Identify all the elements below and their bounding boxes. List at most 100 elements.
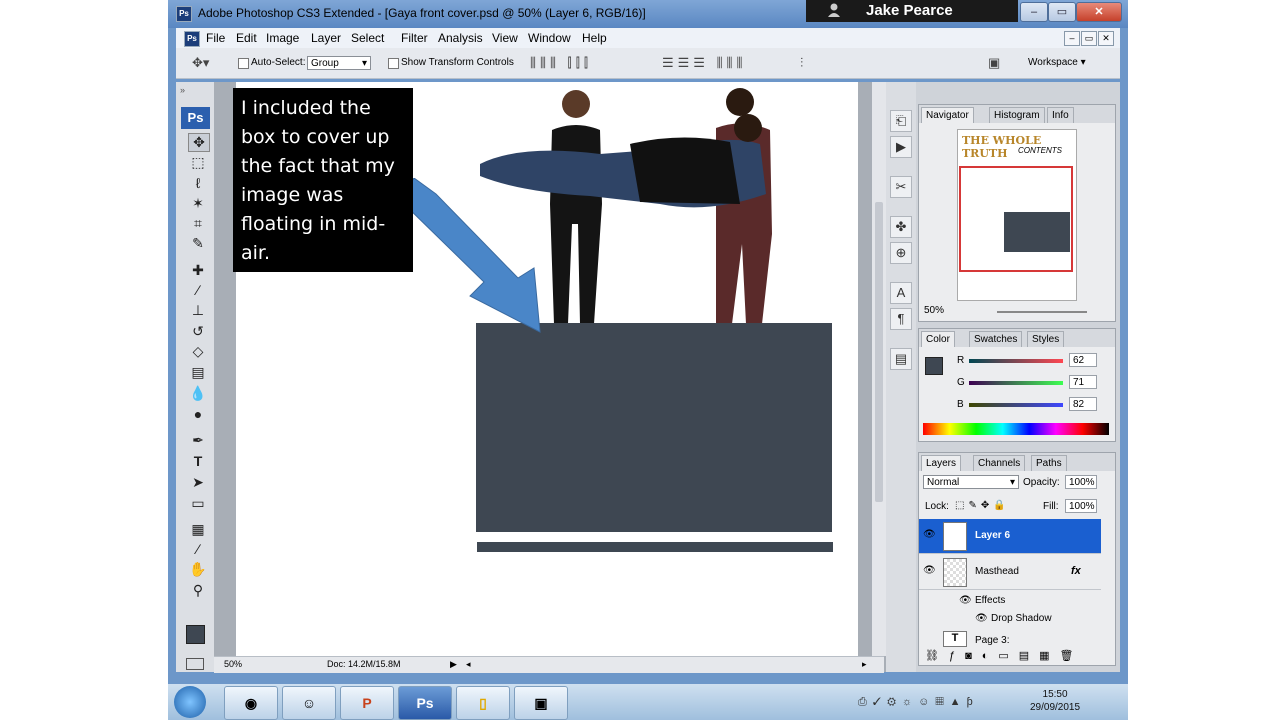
menu-image[interactable]: Image [266,31,299,45]
tray-icons[interactable]: ⎙✓⚙☼☺▦▲ƥ [858,696,979,709]
layer-comps-icon[interactable]: ▤ [890,348,912,370]
menu-view[interactable]: View [492,31,518,45]
brush-tool-icon[interactable]: ∕ [188,282,208,298]
navigator-zoom[interactable]: 50% [924,305,944,316]
tool-presets-icon[interactable]: ✂ [890,176,912,198]
layer-row[interactable]: 👁 Masthead fx [919,555,1101,590]
auto-select-checkbox[interactable] [238,58,249,69]
crop-tool-icon[interactable]: ⌗ [188,215,208,232]
menu-layer[interactable]: Layer [311,31,341,45]
tab-styles[interactable]: Styles [1027,331,1065,347]
menu-file[interactable]: File [206,31,225,45]
blend-mode-dropdown[interactable]: Normal ▾ [923,475,1019,489]
auto-align-icon[interactable]: ⫶ [800,55,803,71]
tab-channels[interactable]: Channels [973,455,1026,471]
vertical-scrollbar[interactable] [872,82,886,656]
path-selection-icon[interactable]: ➤ [188,474,208,491]
brushes-panel-icon[interactable]: ✤ [890,216,912,238]
cover-bar[interactable] [477,542,833,552]
title-bar[interactable]: Ps Adobe Photoshop CS3 Extended - [Gaya … [168,0,1128,28]
distribute-icons[interactable]: ☰☰☰ ⫼⫼⫼ [662,55,747,71]
eye-icon[interactable]: 👁 [923,565,936,576]
tab-layers[interactable]: Layers [921,455,962,471]
tab-info[interactable]: Info [1047,107,1074,123]
b-value[interactable]: 82 [1069,397,1097,411]
collapse-icon[interactable]: » [180,85,185,95]
tab-swatches[interactable]: Swatches [969,331,1023,347]
fill-value[interactable]: 100% [1065,499,1097,513]
close-button[interactable]: ✕ [1076,2,1122,22]
tab-histogram[interactable]: Histogram [989,107,1045,123]
scroll-left-icon[interactable]: ◂ [466,659,471,670]
clone-stamp-icon[interactable]: ⊥ [188,302,208,319]
fx-icon[interactable]: fx [1071,565,1081,577]
status-arrow-icon[interactable]: ▶ [450,659,457,670]
start-button[interactable] [174,686,206,718]
chrome-taskbar-icon[interactable]: ◉ [224,686,278,720]
paragraph-panel-icon[interactable]: ¶ [890,308,912,330]
slice-tool-icon[interactable]: ✎ [188,235,208,252]
tab-paths[interactable]: Paths [1031,455,1067,471]
g-slider[interactable] [969,381,1063,385]
lock-icons[interactable]: ⬚✎✥🔒 [955,500,1010,511]
workspace-menu[interactable]: Workspace ▾ [1028,57,1086,68]
r-slider[interactable] [969,359,1063,363]
tab-color[interactable]: Color [921,331,955,347]
explorer-taskbar-icon[interactable]: ▯ [456,686,510,720]
eye-icon[interactable]: 👁 [923,529,936,540]
effects-eye-icon[interactable]: 👁 [959,595,972,606]
maximize-button[interactable]: ▭ [1048,2,1076,22]
move-tool-preset-icon[interactable]: ✥▾ [192,55,209,71]
blur-tool-icon[interactable]: 💧 [188,385,208,402]
tab-navigator[interactable]: Navigator [921,107,974,123]
lasso-tool-icon[interactable]: ℓ [188,175,208,191]
menu-window[interactable]: Window [528,31,571,45]
move-tool-icon[interactable]: ✥ [188,133,210,152]
menu-edit[interactable]: Edit [236,31,257,45]
b-slider[interactable] [969,403,1063,407]
zoom-level[interactable]: 50% [224,659,242,669]
layer-row[interactable]: 👁 Layer 6 [919,519,1101,554]
doc-size[interactable]: Doc: 14.2M/15.8M [327,659,401,669]
clock[interactable]: 15:50 29/09/2015 [1030,688,1080,714]
zoom-tool-icon[interactable]: ⚲ [188,582,208,599]
actions-panel-icon[interactable]: ▶ [890,136,912,158]
ps-menu-icon[interactable]: Ps [184,31,200,47]
dodge-tool-icon[interactable]: ● [188,406,208,422]
navigator-thumbnail[interactable]: THE WHOLE TRUTH CONTENTS [957,129,1077,301]
powerpoint-taskbar-icon[interactable]: P [340,686,394,720]
app-taskbar-icon[interactable]: ▣ [514,686,568,720]
color-spectrum-bar[interactable] [923,423,1109,435]
clone-source-icon[interactable]: ⊕ [890,242,912,264]
shape-tool-icon[interactable]: ▭ [188,495,208,512]
bridge-icon[interactable]: ▣ [988,55,1000,71]
drop-shadow-eye-icon[interactable]: 👁 [975,613,988,624]
scroll-right-icon[interactable]: ▸ [862,659,867,670]
r-value[interactable]: 62 [1069,353,1097,367]
eraser-tool-icon[interactable]: ◇ [188,343,208,360]
hand-tool-icon[interactable]: ✋ [188,561,208,578]
doc-restore-button[interactable]: ▭ [1081,31,1097,46]
show-transform-checkbox[interactable] [388,58,399,69]
character-panel-icon[interactable]: A [890,282,912,304]
navigator-zoom-slider[interactable] [997,311,1087,313]
foreground-color-swatch[interactable] [186,625,205,644]
marquee-tool-icon[interactable]: ⬚ [188,154,208,171]
eyedropper-tool-icon[interactable]: ∕ [188,541,208,557]
menu-help[interactable]: Help [582,31,607,45]
minimize-button[interactable]: – [1020,2,1048,22]
menu-select[interactable]: Select [351,31,384,45]
layer-action-icons[interactable]: ⛓ƒ◙◐▭▤▦🗑 [925,649,1084,662]
history-panel-icon[interactable]: ⎗ [890,110,912,132]
notes-tool-icon[interactable]: ▦ [188,521,208,538]
doc-minimize-button[interactable]: – [1064,31,1080,46]
menu-analysis[interactable]: Analysis [438,31,483,45]
auto-select-dropdown[interactable]: Group ▾ [307,56,371,70]
healing-brush-icon[interactable]: ✚ [188,262,208,279]
opacity-value[interactable]: 100% [1065,475,1097,489]
cover-box[interactable] [476,323,832,532]
align-icons[interactable]: ⫼⫼⫼ ⫿⫿⫿ [530,55,592,71]
color-foreground-swatch[interactable] [925,357,943,375]
doc-close-button[interactable]: ✕ [1098,31,1114,46]
type-tool-icon[interactable]: T [188,453,208,469]
